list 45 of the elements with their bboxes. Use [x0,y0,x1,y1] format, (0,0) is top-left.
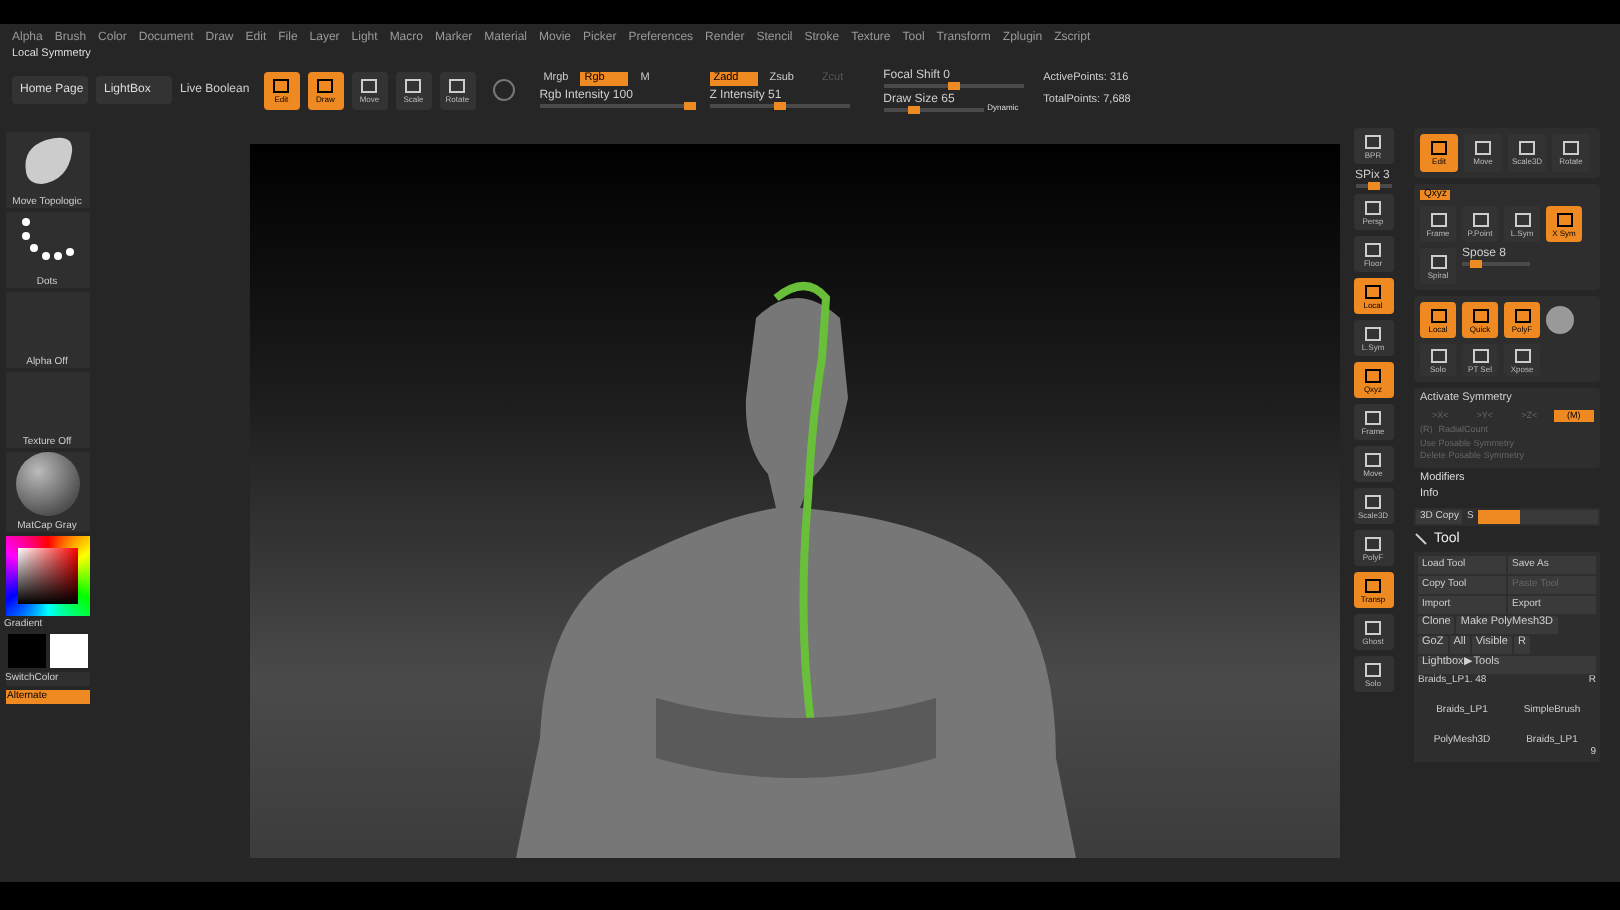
tool-icon [1364,241,1382,257]
secondary-color-swatch[interactable] [49,634,87,668]
tool-icon [1471,307,1489,323]
tool-icon [1471,211,1489,227]
slider-thumb[interactable] [947,81,960,89]
slider-thumb[interactable] [907,105,920,113]
tool-icon [1429,307,1447,323]
primary-color-swatch[interactable] [7,634,45,668]
tool-icon [1513,307,1531,323]
slider-thumb[interactable] [683,102,696,110]
tool-icon [1364,133,1382,149]
slider-thumb[interactable] [1367,182,1379,190]
tool-icon [1555,211,1573,227]
tool-icon [1513,347,1531,363]
tool-icon [1429,347,1447,363]
tool-icon [1513,211,1531,227]
tool-icon [1364,199,1382,215]
tool-icon [1429,211,1447,227]
tool-icon [1471,347,1489,363]
dots-stroke-icon [17,212,77,264]
tool-icon [404,77,423,93]
tool-icon [1364,619,1382,635]
tool-icon [1364,661,1382,677]
tool-icon [360,77,379,93]
tool-icon [448,77,467,93]
tool-icon [1364,283,1382,299]
tool-icon [316,77,335,93]
slider-thumb[interactable] [1469,260,1482,268]
tool-icon [1364,577,1382,593]
tool-icon [1562,140,1580,156]
tool-icon [1364,367,1382,383]
tool-icon [1474,140,1492,156]
tool-icon [1364,409,1382,425]
slider-thumb[interactable] [774,102,787,110]
sphere-outline-icon[interactable] [491,78,516,102]
viewport-canvas[interactable] [250,144,1340,858]
color-picker[interactable] [5,536,89,616]
tool-icon [272,77,291,93]
tool-icon [1364,493,1382,509]
tool-icon [1430,140,1448,156]
tool-icon [1518,140,1536,156]
tool-icon [1364,451,1382,467]
tool-icon [1364,535,1382,551]
tool-icon [1429,253,1447,269]
tool-icon [1364,325,1382,341]
